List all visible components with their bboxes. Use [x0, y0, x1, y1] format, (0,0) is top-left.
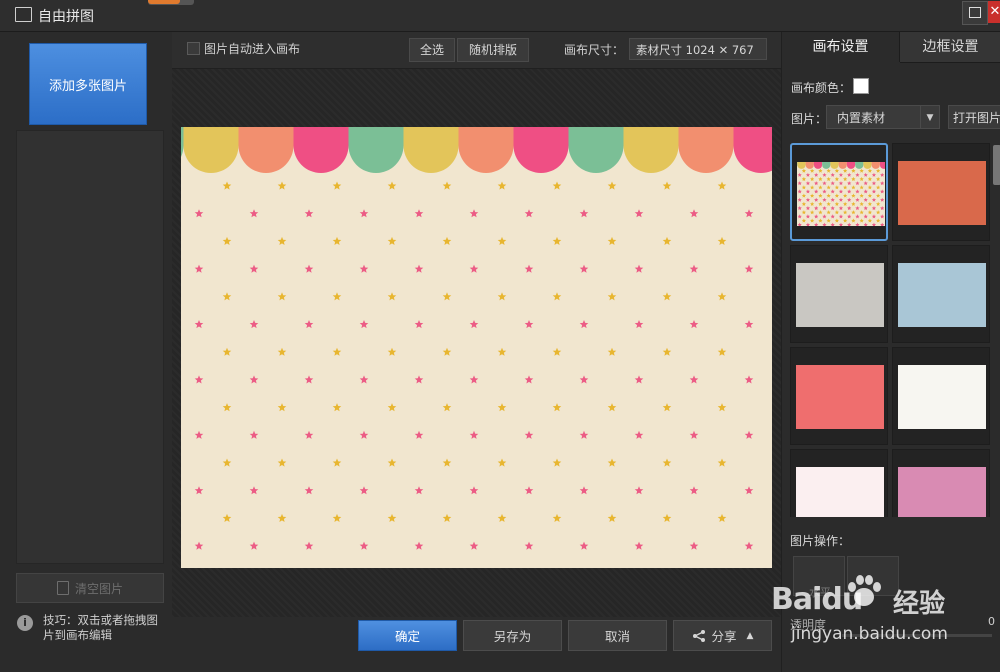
- image-source-label: 图片：: [791, 112, 828, 126]
- image-source-select[interactable]: 内置素材 ▼: [826, 105, 940, 129]
- canvas-background-pattern: [181, 127, 772, 568]
- image-source-value: 内置素材: [837, 111, 886, 125]
- tip-text: 技巧：双击或者拖拽图片到画布编辑: [43, 613, 158, 642]
- share-button[interactable]: 分享 ▲: [673, 620, 772, 651]
- add-images-button[interactable]: 添加多张图片: [29, 43, 147, 125]
- puzzle-app-icon: [15, 7, 32, 22]
- material-thumb-white-town[interactable]: [892, 347, 990, 445]
- open-image-button[interactable]: 打开图片: [948, 105, 1000, 129]
- trash-icon: [56, 581, 69, 595]
- progress-fill: [148, 0, 181, 4]
- opacity-slider[interactable]: [842, 634, 992, 637]
- material-preview: [898, 365, 986, 429]
- flip-vertical-button[interactable]: [847, 556, 899, 596]
- canvas-workspace[interactable]: [172, 69, 781, 617]
- clear-images-button[interactable]: 清空图片: [16, 573, 164, 603]
- left-panel: 添加多张图片 清空图片 i 技巧：双击或者拖拽图片到画布编辑: [0, 32, 172, 672]
- canvas-size-label: 画布尺寸：: [564, 43, 625, 57]
- material-thumb-pink-tree[interactable]: [790, 449, 888, 517]
- image-operations-label: 图片操作：: [790, 534, 851, 548]
- material-thumb-grey-tower[interactable]: [790, 245, 888, 343]
- share-icon: [692, 629, 705, 642]
- material-thumb-red-figure[interactable]: [790, 347, 888, 445]
- canvas-color-swatch[interactable]: [853, 78, 869, 94]
- right-panel: 画布设置 边框设置 画布颜色： 图片： 内置素材 ▼ 打开图片 图片操作： 水平…: [781, 32, 1000, 672]
- info-icon: i: [17, 615, 33, 631]
- save-as-button[interactable]: 另存为: [463, 620, 562, 651]
- chevron-down-icon[interactable]: ▼: [920, 106, 939, 128]
- title-bar: 自由拼图 ✕: [0, 0, 1000, 32]
- clear-images-label: 清空图片: [74, 581, 123, 596]
- opacity-label: 透明度: [790, 618, 827, 632]
- material-preview: [898, 161, 986, 225]
- material-grid: [790, 143, 992, 517]
- tab-border-settings[interactable]: 边框设置: [900, 32, 1000, 63]
- material-scrollbar[interactable]: [993, 145, 1000, 185]
- maximize-button[interactable]: [962, 1, 988, 25]
- auto-enter-label[interactable]: 图片自动进入画布: [204, 40, 300, 57]
- flip-horizontal-label: 水平: [809, 586, 831, 599]
- random-layout-button[interactable]: 随机排版: [457, 38, 529, 62]
- material-preview: [797, 162, 885, 226]
- material-thumb-orange-frame[interactable]: [892, 143, 990, 241]
- image-list[interactable]: [16, 130, 164, 564]
- opacity-value: 0: [988, 615, 995, 628]
- material-preview: [898, 467, 986, 517]
- confirm-button[interactable]: 确定: [358, 620, 457, 651]
- close-button[interactable]: ✕: [988, 1, 1000, 23]
- material-thumb-blue-dandelion[interactable]: [892, 245, 990, 343]
- puzzle-canvas[interactable]: [181, 127, 772, 568]
- material-preview: [796, 467, 884, 517]
- auto-enter-checkbox[interactable]: [187, 42, 200, 55]
- chevron-up-icon: ▲: [746, 630, 754, 641]
- material-thumb-scallop-stars[interactable]: [790, 143, 888, 241]
- progress-indicator: [148, 0, 194, 5]
- top-toolbar: 图片自动进入画布 全选 随机排版 画布尺寸： 素材尺寸 1024 ✕ 767: [172, 32, 781, 69]
- material-preview: [898, 263, 986, 327]
- canvas-size-select[interactable]: 素材尺寸 1024 ✕ 767: [629, 38, 767, 60]
- share-label: 分享: [711, 629, 737, 644]
- tab-canvas-settings[interactable]: 画布设置: [782, 32, 900, 62]
- cancel-button[interactable]: 取消: [568, 620, 667, 651]
- bottom-bar: 确定 另存为 取消 分享 ▲: [172, 617, 781, 672]
- window-title: 自由拼图: [38, 9, 94, 25]
- material-thumb-purple-flowers[interactable]: [892, 449, 990, 517]
- canvas-color-label: 画布颜色：: [791, 81, 852, 95]
- select-all-button[interactable]: 全选: [409, 38, 455, 62]
- material-preview: [796, 365, 884, 429]
- material-preview: [796, 263, 884, 327]
- maximize-icon: [969, 7, 981, 18]
